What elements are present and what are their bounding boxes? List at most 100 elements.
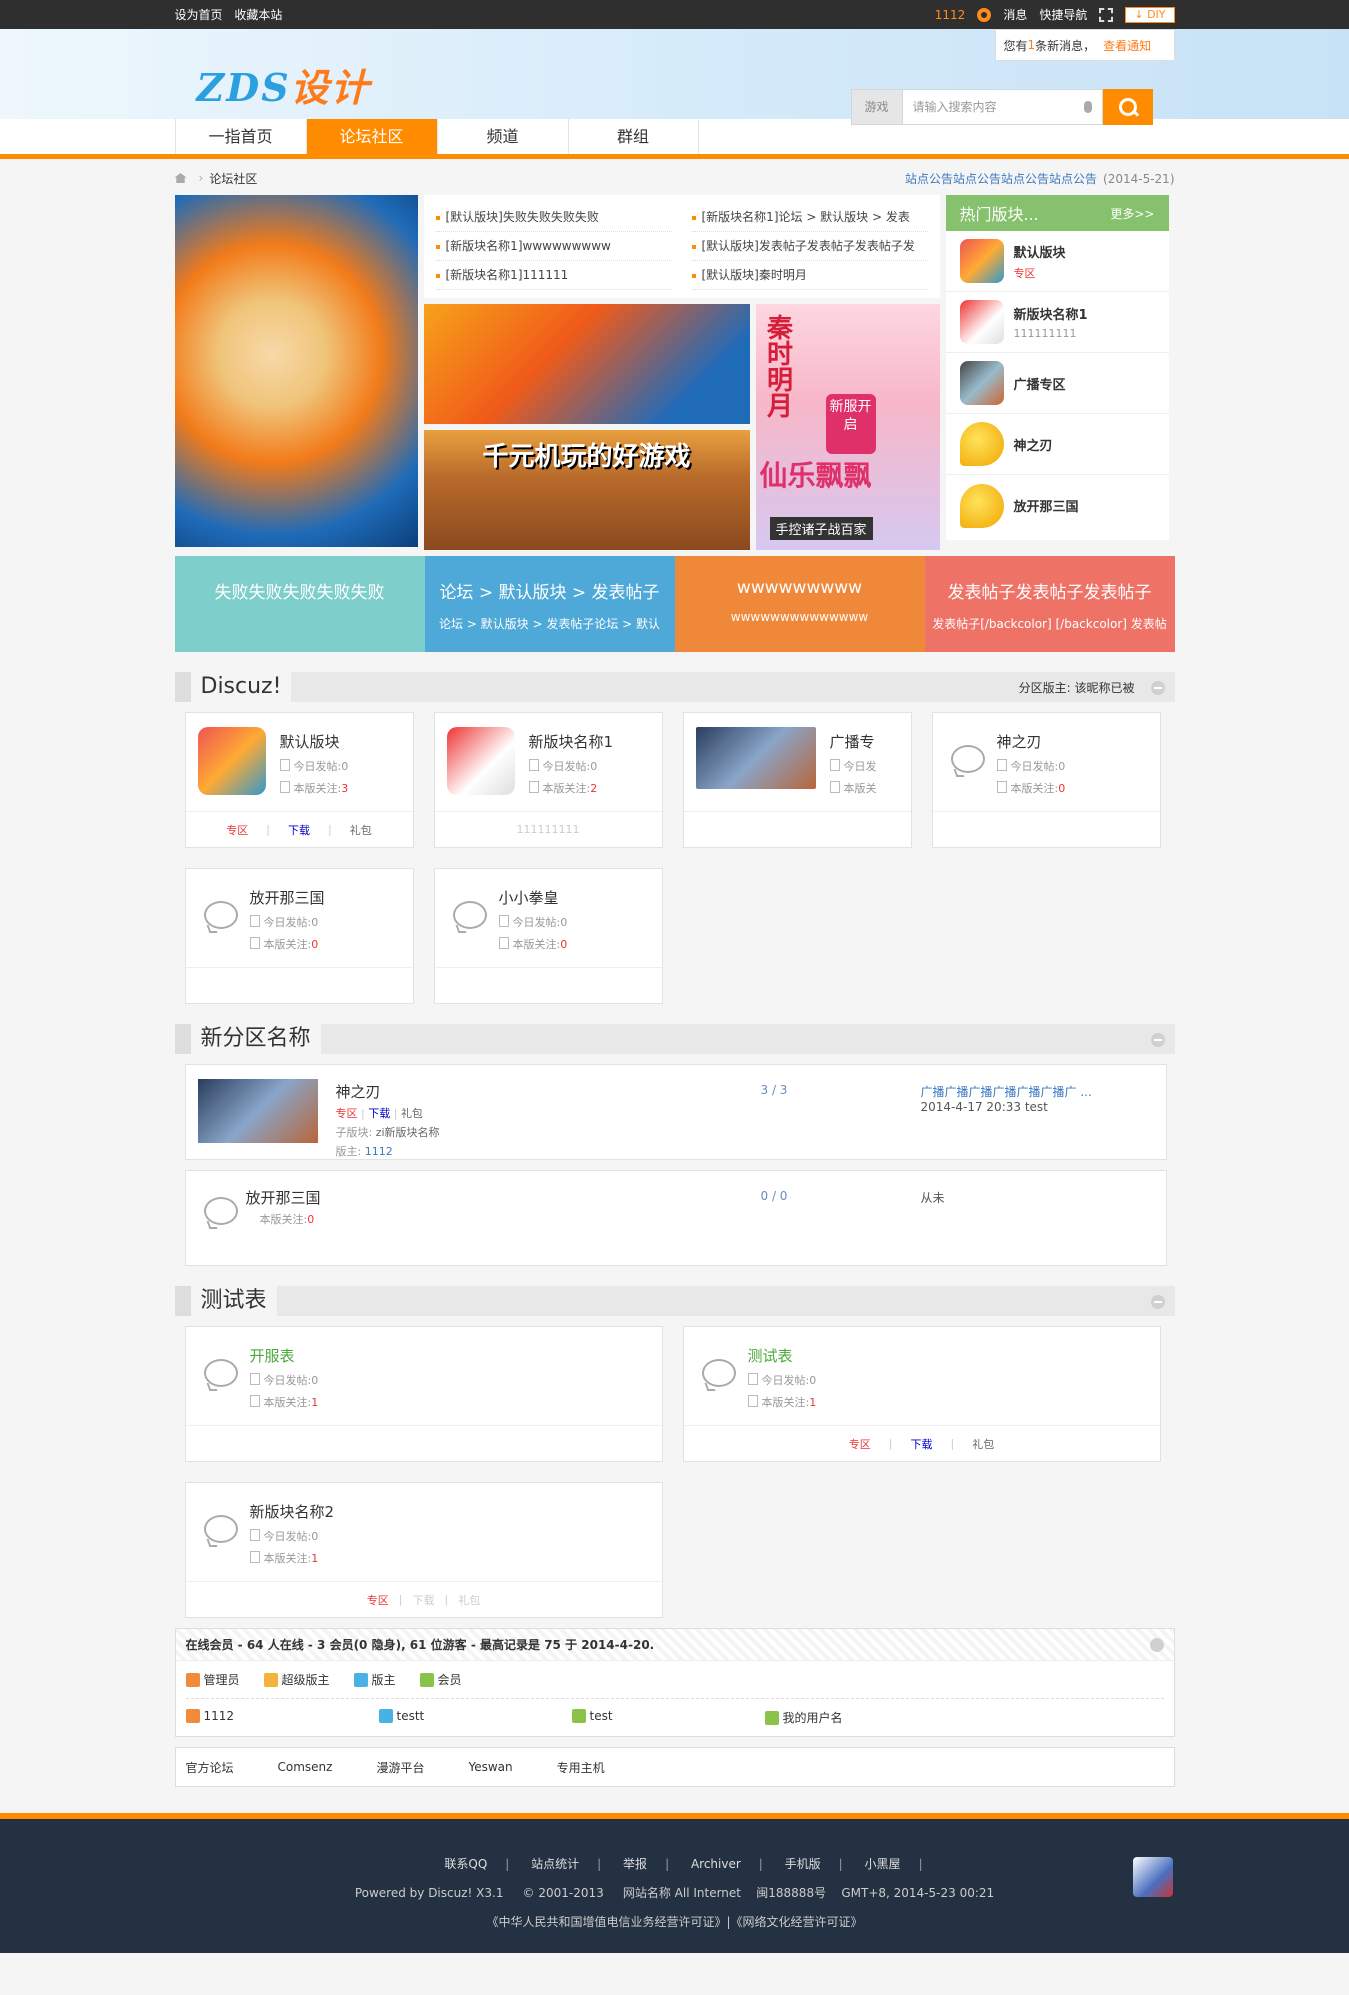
- hot-forum-item[interactable]: 新版块名称1 111111111: [945, 292, 1169, 353]
- moderator-icon: [353, 1673, 368, 1687]
- footer-link[interactable]: 联系QQ: [444, 1857, 487, 1871]
- hot-forum-item[interactable]: 神之刃: [945, 414, 1169, 475]
- featured-image[interactable]: [174, 195, 418, 547]
- forum-card[interactable]: 小小拳皇 今日发帖:0 本版关注:0: [433, 868, 663, 1004]
- microphone-icon[interactable]: [1083, 101, 1092, 113]
- quick-nav-link[interactable]: 快捷导航: [1039, 6, 1087, 23]
- highlight-tile[interactable]: wwwwwwwww wwwwwwwwwwwwww: [674, 556, 925, 652]
- collapse-icon[interactable]: [1149, 1638, 1164, 1652]
- forum-name[interactable]: 放开那三国: [250, 887, 325, 908]
- online-user[interactable]: testt: [378, 1709, 572, 1726]
- fullscreen-icon[interactable]: [1099, 7, 1114, 22]
- forum-name[interactable]: 神之刃: [997, 731, 1066, 752]
- view-notifications-link[interactable]: 查看通知: [1103, 37, 1151, 54]
- download-link[interactable]: 下载: [911, 1436, 933, 1452]
- zone-link[interactable]: 专区: [336, 1107, 358, 1120]
- last-post-title[interactable]: 广播广播广播广播广播广播广 ...: [921, 1085, 1092, 1099]
- news-item[interactable]: [新版块名称1]论坛 > 默认版块 > 发表: [691, 203, 928, 232]
- set-homepage-link[interactable]: 设为首页: [175, 8, 223, 22]
- forum-row[interactable]: 神之刃 专区 | 下载 | 礼包 子版块: zi新版块名称 版主: 1112 3…: [184, 1064, 1167, 1160]
- ad-image-2[interactable]: 千元机玩的好游戏: [423, 430, 750, 550]
- friend-link[interactable]: Yeswan: [468, 1760, 512, 1774]
- online-user[interactable]: 我的用户名: [764, 1709, 958, 1726]
- user-link[interactable]: 1112: [935, 8, 966, 22]
- footer-link[interactable]: 举报: [623, 1857, 647, 1871]
- forum-card[interactable]: 默认版块 今日发帖:0 本版关注:3 专区 | 下载 | 礼包: [184, 712, 414, 848]
- download-link[interactable]: 下载: [413, 1592, 435, 1608]
- hot-forums-more-link[interactable]: 更多>>: [1110, 205, 1154, 222]
- breadcrumb-current[interactable]: 论坛社区: [209, 170, 257, 187]
- hot-forum-item[interactable]: 放开那三国: [946, 475, 1169, 536]
- zone-link[interactable]: 专区: [226, 822, 248, 838]
- footer-link[interactable]: 手机版: [785, 1857, 821, 1871]
- zone-link[interactable]: 专区: [849, 1436, 871, 1452]
- security-badge-icon[interactable]: [1133, 1857, 1173, 1897]
- forum-card[interactable]: 新版块名称1 今日发帖:0 本版关注:2 111111111: [433, 712, 663, 848]
- collapse-icon[interactable]: [1150, 681, 1165, 695]
- tile-sub: 论坛 > 默认版块 > 发表帖子论坛 > 默认: [438, 617, 661, 631]
- gift-link[interactable]: 礼包: [401, 1107, 423, 1120]
- forum-name[interactable]: 默认版块: [280, 731, 349, 752]
- home-icon[interactable]: [174, 173, 187, 183]
- highlight-tile[interactable]: 发表帖子发表帖子发表帖子 发表帖子[/backcolor] [/backcolor…: [924, 556, 1175, 652]
- gift-link[interactable]: 礼包: [972, 1436, 994, 1452]
- forum-card[interactable]: 神之刃 今日发帖:0 本版关注:0: [931, 712, 1161, 848]
- online-user[interactable]: test: [571, 1709, 765, 1726]
- forum-name[interactable]: 广播专: [830, 731, 877, 752]
- online-user[interactable]: 1112: [185, 1709, 379, 1726]
- forum-card[interactable]: 放开那三国 今日发帖:0 本版关注:0: [184, 868, 414, 1004]
- news-item[interactable]: [新版块名称1]111111: [435, 261, 672, 290]
- friend-link[interactable]: 专用主机: [557, 1759, 605, 1776]
- friend-link[interactable]: 官方论坛: [186, 1759, 234, 1776]
- forum-name[interactable]: 测试表: [748, 1345, 817, 1366]
- forum-name[interactable]: 小小拳皇: [499, 887, 568, 908]
- footer-link[interactable]: 站点统计: [531, 1857, 579, 1871]
- forum-card[interactable]: 开服表 今日发帖:0 本版关注:1: [184, 1326, 663, 1462]
- highlight-tile[interactable]: 论坛 > 默认版块 > 发表帖子 论坛 > 默认版块 > 发表帖子论坛 > 默认: [424, 556, 675, 652]
- forum-row[interactable]: 放开那三国 本版关注:0 0 / 0 从未: [184, 1170, 1167, 1266]
- bookmark-link[interactable]: 收藏本站: [234, 8, 282, 22]
- zone-link[interactable]: 专区: [367, 1592, 389, 1608]
- diy-button[interactable]: ↓ DIY: [1125, 6, 1175, 23]
- announcement[interactable]: 站点公告站点公告站点公告站点公告 (2014-5-21): [905, 170, 1174, 187]
- site-logo[interactable]: ZDS设计: [197, 57, 371, 112]
- section-discuz: Discuz! 分区版主: 该昵称已被 默认版块 今日发帖:0 本版关注:3 专…: [174, 672, 1175, 1004]
- news-item[interactable]: [默认版块]秦时明月: [691, 261, 928, 290]
- download-link[interactable]: 下载: [368, 1107, 390, 1120]
- gift-link[interactable]: 礼包: [458, 1592, 480, 1608]
- moderator-link[interactable]: 1112: [365, 1145, 393, 1158]
- forum-card[interactable]: 广播专 今日发 本版关: [682, 712, 912, 848]
- friend-link[interactable]: 漫游平台: [376, 1759, 424, 1776]
- nav-item-channel[interactable]: 频道: [436, 119, 568, 154]
- download-link[interactable]: 下载: [288, 822, 310, 838]
- admin-icon: [185, 1709, 200, 1723]
- nav-item-forum[interactable]: 论坛社区: [305, 119, 437, 154]
- forum-name[interactable]: 神之刃: [336, 1081, 440, 1102]
- hot-forum-item[interactable]: 默认版块 专区: [945, 231, 1169, 292]
- forum-card[interactable]: 测试表 今日发帖:0 本版关注:1 专区 | 下载 | 礼包: [682, 1326, 1161, 1462]
- ad-image-3[interactable]: 秦时明月 新服开启 仙乐飘飘 手控诸子战百家: [755, 304, 940, 550]
- forum-name[interactable]: 开服表: [250, 1345, 319, 1366]
- forum-name[interactable]: 放开那三国: [246, 1187, 321, 1208]
- messages-link[interactable]: 消息: [1003, 6, 1027, 23]
- news-item[interactable]: [新版块名称1]wwwwwwwww: [435, 232, 672, 261]
- sub-forum-link[interactable]: zi新版块名称: [376, 1126, 440, 1139]
- forum-card[interactable]: 新版块名称2 今日发帖:0 本版关注:1 专区 | 下载 | 礼包: [184, 1482, 663, 1618]
- forum-name[interactable]: 新版块名称2: [250, 1501, 335, 1522]
- nav-item-group[interactable]: 群组: [567, 119, 699, 154]
- ad-image-1[interactable]: [423, 304, 750, 424]
- footer-link[interactable]: Archiver: [691, 1857, 741, 1871]
- gift-link[interactable]: 礼包: [350, 822, 372, 838]
- news-item[interactable]: [默认版块]失败失败失败失败: [435, 203, 672, 232]
- forum-name[interactable]: 新版块名称1: [529, 731, 614, 752]
- collapse-icon[interactable]: [1150, 1295, 1165, 1309]
- nav-item-home[interactable]: 一指首页: [174, 119, 306, 154]
- footer-link[interactable]: 小黑屋: [865, 1857, 901, 1871]
- news-item[interactable]: [默认版块]发表帖子发表帖子发表帖子发: [691, 232, 928, 261]
- highlight-tile[interactable]: 失败失败失败失败失败: [174, 556, 425, 652]
- collapse-icon[interactable]: [1150, 1033, 1165, 1047]
- hot-forum-item[interactable]: 广播专区: [945, 353, 1169, 414]
- friend-link[interactable]: Comsenz: [278, 1760, 333, 1774]
- gear-icon[interactable]: [977, 7, 992, 22]
- license-links[interactable]: 《中华人民共和国增值电信业务经营许可证》|《网络文化经营许可证》: [0, 1913, 1349, 1930]
